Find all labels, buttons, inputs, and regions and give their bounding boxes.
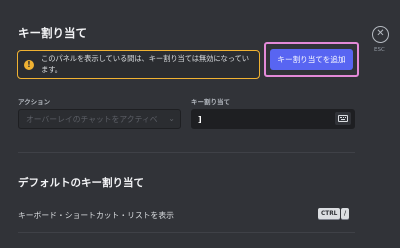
- add-keybind-button[interactable]: キー割り当てを追加: [270, 49, 353, 70]
- keybind-label: キー割り当て: [191, 98, 230, 106]
- page-title: キー割り当て: [18, 26, 87, 40]
- record-keybind-button[interactable]: [335, 112, 351, 125]
- keyboard-icon: [338, 115, 348, 122]
- key-cap-slash: /: [341, 208, 350, 219]
- action-select[interactable]: オーバーレイのチャットをアクティベ ⌄: [18, 109, 181, 129]
- esc-label: ESC: [374, 47, 385, 53]
- add-keybind-highlight: キー割り当てを追加: [264, 42, 359, 77]
- action-select-value: オーバーレイのチャットをアクティベ: [26, 114, 158, 124]
- default-keybinds-title: デフォルトのキー割り当て: [18, 177, 144, 189]
- action-label: アクション: [18, 98, 51, 106]
- keybind-value: ]: [198, 114, 202, 124]
- warning-text-line-1: このパネルを表示している間は、キー割り当ては無効になってい: [41, 54, 249, 63]
- key-cap-ctrl: CTRL: [318, 208, 341, 219]
- warning-icon: !: [24, 59, 34, 70]
- chevron-down-icon: ⌄: [168, 114, 175, 123]
- shortcut-row-label: キーボード・ショートカット・リストを表示: [18, 211, 174, 220]
- divider: [18, 152, 355, 153]
- warning-text: このパネルを表示している間は、キー割り当ては無効になってい ます。: [41, 54, 249, 75]
- warning-text-line-2: ます。: [41, 64, 62, 74]
- keybind-input[interactable]: ]: [191, 109, 355, 129]
- close-icon[interactable]: ✕: [372, 26, 389, 43]
- warning-banner: ! このパネルを表示している間は、キー割り当ては無効になってい ます。: [17, 50, 260, 79]
- divider: [18, 232, 355, 233]
